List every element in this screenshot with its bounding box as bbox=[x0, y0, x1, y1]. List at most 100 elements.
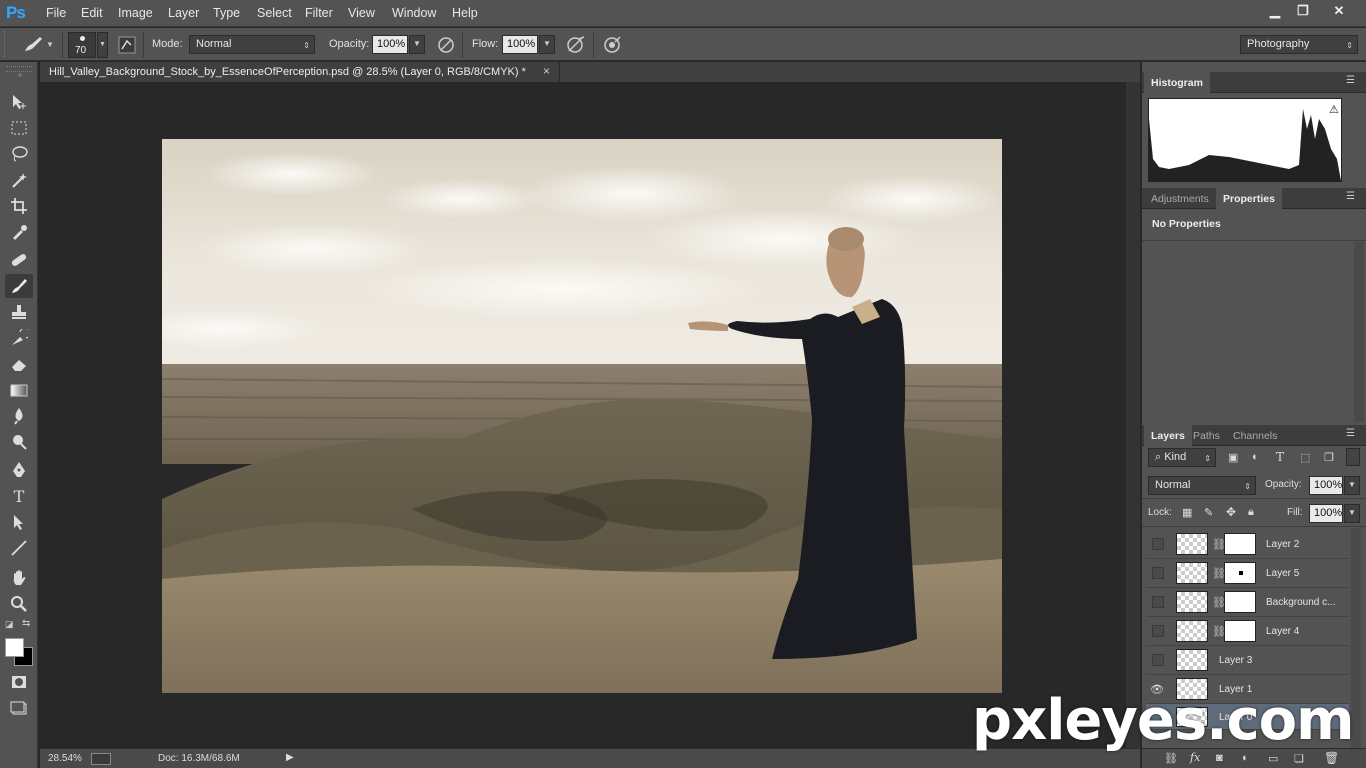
link-layers-icon[interactable]: ⛓ bbox=[1164, 752, 1178, 765]
restore-button[interactable]: ❐ bbox=[1290, 2, 1316, 20]
visibility-toggle[interactable] bbox=[1152, 625, 1164, 637]
gradient-tool[interactable] bbox=[5, 378, 33, 402]
filter-toggle-button[interactable] bbox=[1346, 448, 1360, 466]
mode-dropdown[interactable]: Normal ⇕ bbox=[189, 35, 315, 54]
workspace-dropdown[interactable]: Photography ⇕ bbox=[1240, 35, 1358, 54]
panel-menu-icon[interactable]: ☰ bbox=[1346, 75, 1355, 86]
filter-shape-icon[interactable]: ⬚ bbox=[1300, 451, 1310, 464]
warning-icon[interactable]: ⚠ bbox=[1329, 103, 1339, 116]
layer-row[interactable]: Layer 3 bbox=[1146, 646, 1349, 675]
lasso-tool[interactable] bbox=[5, 142, 33, 166]
fill-input[interactable]: 100% bbox=[1309, 504, 1343, 523]
collapse-icon[interactable]: » bbox=[18, 72, 22, 79]
crop-tool[interactable] bbox=[5, 194, 33, 218]
brush-preset-arrow[interactable]: ▼ bbox=[46, 40, 54, 49]
add-mask-icon[interactable]: ◙ bbox=[1216, 752, 1223, 764]
document-canvas[interactable] bbox=[162, 139, 1002, 693]
menu-filter[interactable]: Filter bbox=[305, 6, 333, 20]
brush-tool[interactable] bbox=[5, 274, 33, 298]
layer-mask-thumbnail[interactable] bbox=[1224, 591, 1256, 613]
lock-transparent-icon[interactable]: ▦ bbox=[1182, 506, 1192, 519]
hand-tool[interactable] bbox=[5, 566, 33, 590]
history-brush-tool[interactable] bbox=[5, 326, 33, 350]
status-menu-arrow[interactable]: ▶ bbox=[286, 752, 294, 763]
visibility-toggle[interactable] bbox=[1152, 654, 1164, 666]
menu-edit[interactable]: Edit bbox=[81, 6, 103, 20]
eraser-tool[interactable] bbox=[5, 352, 33, 376]
minimize-button[interactable]: ▁ bbox=[1262, 2, 1288, 20]
panel-menu-icon[interactable]: ☰ bbox=[1346, 428, 1355, 439]
flow-input[interactable]: 100% bbox=[502, 35, 538, 54]
document-tab[interactable]: Hill_Valley_Background_Stock_by_EssenceO… bbox=[40, 62, 560, 82]
tab-paths[interactable]: Paths bbox=[1186, 425, 1227, 446]
filter-smart-object-icon[interactable]: ❐ bbox=[1324, 451, 1334, 464]
visibility-toggle[interactable] bbox=[1152, 567, 1164, 579]
close-button[interactable]: ✕ bbox=[1318, 2, 1360, 20]
menu-file[interactable]: File bbox=[46, 6, 66, 20]
eyedropper-tool[interactable] bbox=[5, 220, 33, 244]
layer-mask-thumbnail[interactable] bbox=[1224, 533, 1256, 555]
menu-layer[interactable]: Layer bbox=[168, 6, 199, 20]
tab-channels[interactable]: Channels bbox=[1226, 425, 1284, 446]
close-tab-icon[interactable]: × bbox=[543, 64, 550, 78]
blur-tool[interactable] bbox=[5, 404, 33, 428]
zoom-tool[interactable] bbox=[5, 592, 33, 616]
airbrush-icon[interactable] bbox=[565, 35, 587, 55]
trash-icon[interactable]: 🗑︎ bbox=[1324, 751, 1339, 765]
screen-mode-button[interactable] bbox=[5, 696, 33, 720]
pressure-size-icon[interactable] bbox=[602, 35, 622, 55]
grip-handle[interactable] bbox=[4, 31, 7, 57]
opacity-input[interactable]: 100% bbox=[372, 35, 408, 54]
path-select-tool[interactable] bbox=[5, 510, 33, 534]
layer-opacity-arrow[interactable]: ▼ bbox=[1344, 476, 1360, 495]
brush-panel-icon[interactable] bbox=[118, 36, 136, 54]
brush-icon[interactable] bbox=[22, 35, 44, 53]
filter-image-icon[interactable]: ▣ bbox=[1228, 451, 1238, 464]
folder-icon[interactable]: ▭ bbox=[1268, 752, 1278, 765]
tab-histogram[interactable]: Histogram bbox=[1144, 72, 1210, 93]
menu-help[interactable]: Help bbox=[452, 6, 478, 20]
share-icon[interactable] bbox=[91, 753, 111, 765]
fill-arrow[interactable]: ▼ bbox=[1344, 504, 1360, 523]
kind-filter-dropdown[interactable]: ⌕ Kind ⇕ bbox=[1148, 448, 1216, 467]
layer-row[interactable]: ⛓ Background c... bbox=[1146, 588, 1349, 617]
pen-tool[interactable] bbox=[5, 458, 33, 482]
layer-row[interactable]: ⛓ Layer 5 bbox=[1146, 559, 1349, 588]
swap-colors-icon[interactable]: ⇆ bbox=[22, 618, 30, 629]
line-tool[interactable] bbox=[5, 536, 33, 560]
properties-scrollbar[interactable] bbox=[1354, 242, 1364, 422]
filter-adjustment-icon[interactable]: ◐ bbox=[1252, 451, 1259, 463]
marquee-tool[interactable] bbox=[5, 116, 33, 140]
lock-all-icon[interactable]: 🔒︎ bbox=[1248, 506, 1254, 519]
new-layer-icon[interactable]: ❏ bbox=[1294, 752, 1304, 765]
foreground-color-swatch[interactable] bbox=[5, 638, 24, 657]
stamp-tool[interactable] bbox=[5, 300, 33, 324]
filter-type-icon[interactable]: T bbox=[1276, 450, 1284, 464]
tab-adjustments[interactable]: Adjustments bbox=[1144, 188, 1216, 209]
menu-window[interactable]: Window bbox=[392, 6, 436, 20]
type-tool[interactable]: T bbox=[5, 484, 33, 508]
layer-row[interactable]: ⛓ Layer 4 bbox=[1146, 617, 1349, 646]
layer-row[interactable]: ⛓ Layer 2 bbox=[1146, 530, 1349, 559]
lock-position-icon[interactable]: ✥ bbox=[1226, 505, 1236, 519]
healing-tool[interactable] bbox=[5, 248, 33, 272]
menu-image[interactable]: Image bbox=[118, 6, 153, 20]
brush-size-picker[interactable]: 70 bbox=[68, 32, 96, 58]
zoom-level[interactable]: 28.54% bbox=[48, 753, 82, 764]
opacity-slider-arrow[interactable]: ▼ bbox=[409, 35, 425, 54]
tab-properties[interactable]: Properties bbox=[1216, 188, 1282, 209]
layer-mask-thumbnail[interactable] bbox=[1224, 562, 1256, 584]
canvas-area[interactable] bbox=[40, 82, 1140, 748]
panel-menu-icon[interactable]: ☰ bbox=[1346, 191, 1355, 202]
default-colors-icon[interactable]: ◪ bbox=[5, 619, 14, 630]
magic-wand-tool[interactable] bbox=[5, 168, 33, 192]
flow-slider-arrow[interactable]: ▼ bbox=[539, 35, 555, 54]
layer-mask-thumbnail[interactable] bbox=[1224, 620, 1256, 642]
pressure-opacity-icon[interactable] bbox=[436, 35, 456, 55]
layer-opacity-input[interactable]: 100% bbox=[1309, 476, 1343, 495]
move-tool[interactable] bbox=[5, 90, 33, 114]
visibility-toggle[interactable] bbox=[1152, 538, 1164, 550]
brush-size-dropdown-arrow[interactable]: ▼ bbox=[97, 32, 108, 58]
tab-layers[interactable]: Layers bbox=[1144, 425, 1192, 446]
menu-type[interactable]: Type bbox=[213, 6, 240, 20]
